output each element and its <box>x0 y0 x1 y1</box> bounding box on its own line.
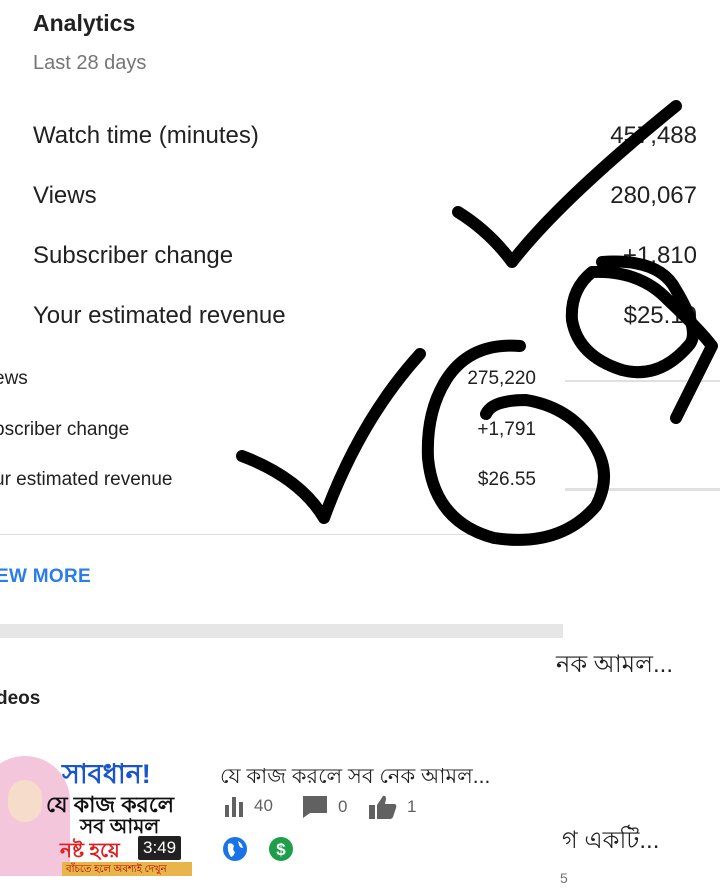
analytics-period: Last 28 days <box>33 52 147 74</box>
stat-row-views[interactable]: ews 275,220 <box>0 368 540 396</box>
monetization-icon: $ <box>269 837 293 861</box>
video-thumbnail[interactable]: সাবধান! যে কাজ করলে সব আমল নষ্ট হয়ে বাঁ… <box>0 750 192 876</box>
stat-row-subscribers[interactable]: bscriber change +1,791 <box>0 419 540 447</box>
views-stat: 40 <box>224 795 273 817</box>
peek-video-title[interactable]: গ একটি... <box>562 822 659 862</box>
section-separator <box>0 624 563 638</box>
stat-row-revenue[interactable]: Your estimated revenue $25.10 <box>33 302 697 336</box>
view-more-link[interactable]: EW MORE <box>0 566 91 588</box>
analytics-title: Analytics <box>33 10 136 36</box>
stat-label: ur estimated revenue <box>0 469 173 490</box>
stat-label: ews <box>0 368 28 389</box>
stat-value: $25.10 <box>623 302 697 329</box>
stat-value: +1,810 <box>622 242 697 269</box>
stat-value: +1,791 <box>477 419 536 440</box>
stat-label: Watch time (minutes) <box>33 122 259 149</box>
likes-stat: 1 <box>369 795 416 819</box>
thumbnail-banner: বাঁচতে হলে অবশ্যই দেখুন <box>62 862 192 876</box>
stat-row-subscribers[interactable]: Subscriber change +1,810 <box>33 242 697 276</box>
stat-label: Views <box>33 182 97 209</box>
stat-value: 280,067 <box>610 182 697 209</box>
thumbs-up-icon <box>369 795 397 819</box>
stat-label: Your estimated revenue <box>33 302 286 329</box>
videos-heading: deos <box>0 688 41 709</box>
peek-video-title[interactable]: নক আমল... <box>556 646 673 686</box>
stat-label: Subscriber change <box>33 242 234 269</box>
stat-value: 275,220 <box>467 368 536 389</box>
likes-count: 1 <box>407 797 417 816</box>
lower-screenshot: ews 275,220 bscriber change +1,791 ur es… <box>0 340 720 895</box>
divider <box>565 380 720 382</box>
divider <box>0 534 560 535</box>
stat-value: 457,488 <box>610 122 697 149</box>
globe-icon <box>223 837 247 861</box>
views-count: 40 <box>254 796 273 815</box>
video-stats: 40 0 1 <box>224 795 464 825</box>
stat-row-views[interactable]: Views 280,067 <box>33 182 697 216</box>
stat-row-revenue[interactable]: ur estimated revenue $26.55 <box>0 469 540 497</box>
video-title[interactable]: যে কাজ করলে সব নেক আমল... <box>220 760 490 795</box>
bar-chart-icon <box>225 797 243 817</box>
stat-row-watch-time[interactable]: Watch time (minutes) 457,488 <box>33 122 697 156</box>
comments-count: 0 <box>338 797 348 816</box>
svg-text:$: $ <box>276 840 286 859</box>
thumbnail-face <box>8 780 42 822</box>
comments-stat: 0 <box>302 795 347 819</box>
video-status-icons: $ <box>222 836 302 864</box>
comment-icon <box>303 796 327 818</box>
duration-badge: 3:49 <box>138 836 182 860</box>
peek-video-meta: 5 <box>560 870 568 886</box>
analytics-card: Analytics Last 28 days Watch time (minut… <box>0 0 720 340</box>
stat-value: $26.55 <box>477 469 536 490</box>
stat-label: bscriber change <box>0 419 130 440</box>
divider <box>565 488 720 491</box>
